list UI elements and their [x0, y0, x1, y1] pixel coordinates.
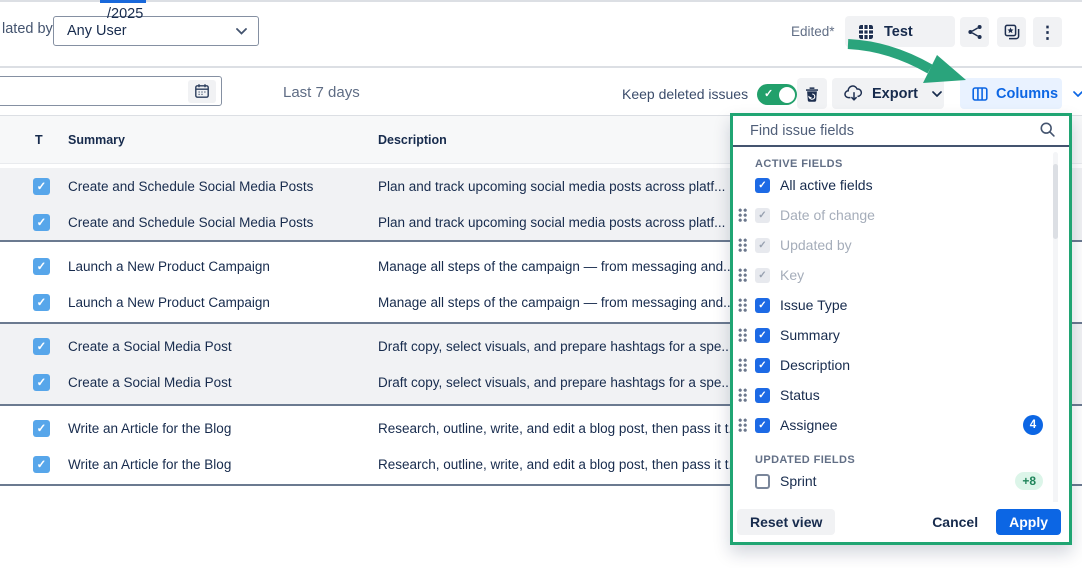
sprint-more-badge: +8 — [1015, 472, 1043, 490]
panel-scrollbar-thumb[interactable] — [1053, 164, 1058, 239]
reset-view-button[interactable]: Reset view — [737, 509, 835, 535]
share-icon — [967, 24, 983, 40]
row-checkbox[interactable] — [33, 456, 50, 473]
checkbox-checked[interactable] — [755, 328, 770, 343]
row-checkbox[interactable] — [33, 338, 50, 355]
toggle-check-icon: ✓ — [764, 88, 773, 101]
apply-button[interactable]: Apply — [996, 509, 1061, 535]
drag-handle-icon[interactable] — [738, 388, 748, 403]
save-view-button[interactable] — [997, 17, 1026, 47]
panel-footer: Reset view Cancel Apply — [733, 502, 1069, 542]
checkbox-checked[interactable] — [755, 358, 770, 373]
summary-cell: Launch a New Product Campaign — [68, 295, 378, 310]
summary-cell: Write an Article for the Blog — [68, 421, 378, 436]
delete-history-button[interactable] — [797, 78, 827, 109]
drag-handle-icon[interactable] — [738, 418, 748, 433]
checkbox-checked[interactable] — [755, 388, 770, 403]
export-button[interactable]: Export — [832, 78, 944, 109]
row-checkbox[interactable] — [33, 178, 50, 195]
summary-cell: Create a Social Media Post — [68, 339, 378, 354]
user-filter-value: Any User — [67, 23, 236, 39]
chevron-down-icon — [932, 91, 942, 97]
export-label: Export — [872, 86, 918, 102]
summary-cell: Create and Schedule Social Media Posts — [68, 179, 378, 194]
date-range-input[interactable] — [0, 76, 222, 106]
checkbox-checked[interactable] — [755, 298, 770, 313]
cancel-button[interactable]: Cancel — [922, 514, 988, 530]
chevron-down-icon — [236, 28, 247, 35]
row-checkbox[interactable] — [33, 214, 50, 231]
checkbox-unchecked[interactable] — [755, 474, 770, 489]
share-button[interactable] — [960, 17, 989, 47]
column-header-type: T — [0, 133, 68, 147]
more-actions-button[interactable]: ⋮ — [1033, 17, 1062, 47]
field-item-assignee[interactable]: Assignee 4 — [733, 410, 1069, 440]
drag-handle-icon[interactable] — [738, 208, 748, 223]
row-checkbox[interactable] — [33, 420, 50, 437]
view-name-label: Test — [884, 24, 913, 40]
summary-cell: Launch a New Product Campaign — [68, 259, 378, 274]
field-item-sprint[interactable]: Sprint +8 — [733, 466, 1069, 496]
row-checkbox[interactable] — [33, 374, 50, 391]
columns-icon — [972, 86, 988, 102]
grid-view-icon — [858, 24, 874, 40]
row-divider — [0, 66, 1082, 68]
assignee-count-badge: 4 — [1023, 415, 1043, 435]
field-item-issue-type[interactable]: Issue Type — [733, 290, 1069, 320]
field-item-summary[interactable]: Summary — [733, 320, 1069, 350]
field-item-key: Key — [733, 260, 1069, 290]
field-item-updated-by: Updated by — [733, 230, 1069, 260]
checkbox-checked[interactable] — [755, 178, 770, 193]
summary-cell: Create and Schedule Social Media Posts — [68, 215, 378, 230]
drag-handle-icon[interactable] — [738, 298, 748, 313]
columns-panel: ACTIVE FIELDS All active fields Date of … — [730, 113, 1072, 545]
drag-handle-icon[interactable] — [738, 328, 748, 343]
drag-handle-icon[interactable] — [738, 238, 748, 253]
kebab-menu-icon: ⋮ — [1039, 24, 1056, 41]
calendar-icon — [194, 83, 210, 99]
section-title-active-fields: ACTIVE FIELDS — [755, 158, 1069, 170]
checkbox-disabled — [755, 268, 770, 283]
top-divider — [0, 0, 1082, 2]
field-list: ACTIVE FIELDS All active fields Date of … — [733, 158, 1069, 496]
summary-cell: Write an Article for the Blog — [68, 457, 378, 472]
field-item-status[interactable]: Status — [733, 380, 1069, 410]
issue-history-screen: lated by: Any User Edited* Test ⋮ /202 — [0, 0, 1082, 568]
drag-handle-icon[interactable] — [738, 268, 748, 283]
calendar-button[interactable] — [188, 80, 216, 103]
save-view-star-icon — [1004, 24, 1020, 40]
row-checkbox[interactable] — [33, 294, 50, 311]
drag-handle-icon[interactable] — [738, 358, 748, 373]
date-value: /2025 — [107, 6, 143, 22]
edited-status-label: Edited* — [791, 24, 835, 39]
checkbox-disabled — [755, 238, 770, 253]
updated-by-label: lated by: — [2, 21, 57, 37]
field-search-row — [733, 116, 1069, 147]
field-search-input[interactable] — [748, 119, 1022, 143]
checkbox-disabled — [755, 208, 770, 223]
field-item-all-active-fields[interactable]: All active fields — [733, 170, 1069, 200]
trash-restore-icon — [804, 86, 820, 102]
cloud-download-icon — [844, 85, 864, 102]
date-range-label: Last 7 days — [283, 84, 360, 101]
checkbox-checked[interactable] — [755, 418, 770, 433]
column-header-summary: Summary — [68, 133, 378, 147]
columns-label: Columns — [996, 86, 1058, 102]
section-title-updated-fields: UPDATED FIELDS — [755, 454, 1069, 466]
view-name-button[interactable]: Test — [845, 16, 955, 47]
toggle-knob — [779, 87, 795, 103]
keep-deleted-label: Keep deleted issues — [622, 86, 748, 102]
summary-cell: Create a Social Media Post — [68, 375, 378, 390]
field-item-date-of-change: Date of change — [733, 200, 1069, 230]
search-icon — [1039, 121, 1056, 138]
chevron-down-icon — [1073, 91, 1082, 97]
row-checkbox[interactable] — [33, 258, 50, 275]
keep-deleted-toggle[interactable]: ✓ — [757, 84, 797, 105]
field-item-description[interactable]: Description — [733, 350, 1069, 380]
active-tab-indicator — [100, 0, 146, 3]
user-filter-select[interactable]: Any User — [53, 16, 259, 46]
columns-button[interactable]: Columns — [960, 78, 1062, 109]
